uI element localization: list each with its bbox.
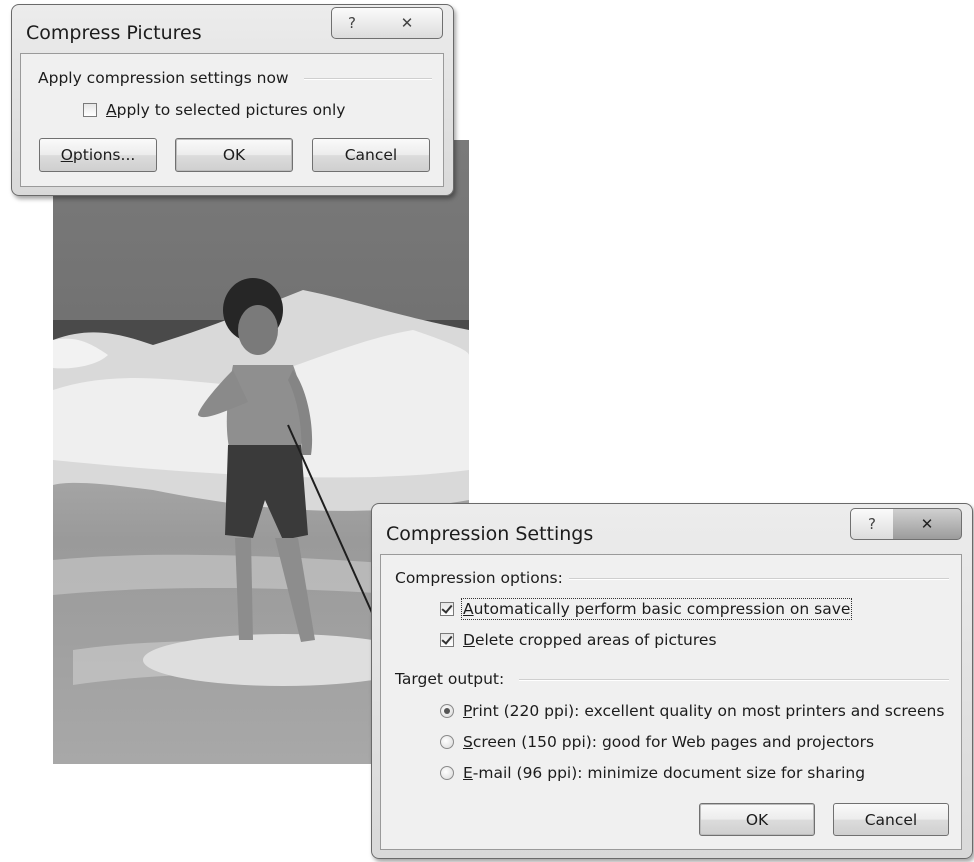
close-x-icon: ✕: [400, 14, 414, 32]
dialog-body: Compression options: Automatically perfo…: [380, 554, 962, 850]
target-email-label: E-mail (96 ppi): minimize document size …: [463, 764, 865, 782]
target-output-label: Target output:: [395, 670, 505, 688]
delete-cropped-label: Delete cropped areas of pictures: [463, 631, 717, 649]
compress-pictures-dialog: Compress Pictures ? ✕ Apply compression …: [11, 4, 454, 196]
delete-cropped-checkbox[interactable]: [440, 633, 454, 647]
label-rest: -mail (96 ppi): minimize document size f…: [472, 764, 866, 782]
cancel-button[interactable]: Cancel: [312, 138, 430, 172]
apply-selected-label: Apply to selected pictures only: [106, 101, 345, 119]
target-screen-radio-row[interactable]: Screen (150 ppi): good for Web pages and…: [440, 733, 874, 751]
close-x-icon: ✕: [920, 515, 934, 533]
mnemonic: E: [463, 764, 473, 782]
question-mark-icon: ?: [348, 14, 356, 32]
compression-settings-dialog: Compression Settings ? ✕ Compression opt…: [371, 503, 973, 859]
label-rest: elete cropped areas of pictures: [474, 631, 717, 649]
ok-button[interactable]: OK: [175, 138, 293, 172]
help-button[interactable]: ?: [331, 7, 373, 39]
target-email-radio-row[interactable]: E-mail (96 ppi): minimize document size …: [440, 764, 865, 782]
target-print-radio[interactable]: [440, 704, 454, 718]
dialog-title: Compress Pictures: [26, 22, 202, 44]
delete-cropped-checkbox-row[interactable]: Delete cropped areas of pictures: [440, 631, 717, 649]
mnemonic: A: [463, 600, 474, 618]
target-print-radio-row[interactable]: Print (220 ppi): excellent quality on mo…: [440, 702, 944, 720]
cancel-button[interactable]: Cancel: [833, 803, 949, 836]
auto-compress-checkbox-row[interactable]: Automatically perform basic compression …: [440, 598, 853, 620]
apply-group-label: Apply compression settings now: [38, 69, 289, 87]
mnemonic: P: [463, 702, 473, 720]
ok-button[interactable]: OK: [699, 803, 815, 836]
label-rest: pply to selected pictures only: [116, 101, 346, 119]
mnemonic: S: [463, 733, 473, 751]
apply-selected-checkbox[interactable]: [83, 103, 97, 117]
group-divider: [304, 78, 432, 80]
target-print-label: Print (220 ppi): excellent quality on mo…: [463, 702, 944, 720]
mnemonic: D: [463, 631, 475, 649]
apply-selected-checkbox-row[interactable]: Apply to selected pictures only: [83, 101, 345, 119]
compression-options-label: Compression options:: [395, 569, 563, 587]
auto-compress-label: Automatically perform basic compression …: [460, 598, 853, 620]
group-divider: [569, 578, 949, 580]
target-email-radio[interactable]: [440, 766, 454, 780]
dialog-body: Apply compression settings now Apply to …: [20, 53, 444, 187]
label-rest: ptions...: [72, 146, 136, 164]
target-screen-label: Screen (150 ppi): good for Web pages and…: [463, 733, 874, 751]
question-mark-icon: ?: [868, 515, 876, 533]
label-rest: utomatically perform basic compression o…: [473, 600, 851, 618]
close-button[interactable]: ✕: [372, 7, 443, 39]
mnemonic: O: [60, 146, 73, 164]
auto-compress-checkbox[interactable]: [440, 602, 454, 616]
label-rest: rint (220 ppi): excellent quality on mos…: [472, 702, 945, 720]
dialog-title: Compression Settings: [386, 523, 594, 545]
target-screen-radio[interactable]: [440, 735, 454, 749]
close-button[interactable]: ✕: [893, 508, 962, 540]
options-button[interactable]: Options...: [39, 138, 157, 172]
label-rest: creen (150 ppi): good for Web pages and …: [472, 733, 875, 751]
group-divider: [519, 679, 949, 681]
mnemonic: A: [106, 101, 117, 119]
help-button[interactable]: ?: [850, 508, 894, 540]
